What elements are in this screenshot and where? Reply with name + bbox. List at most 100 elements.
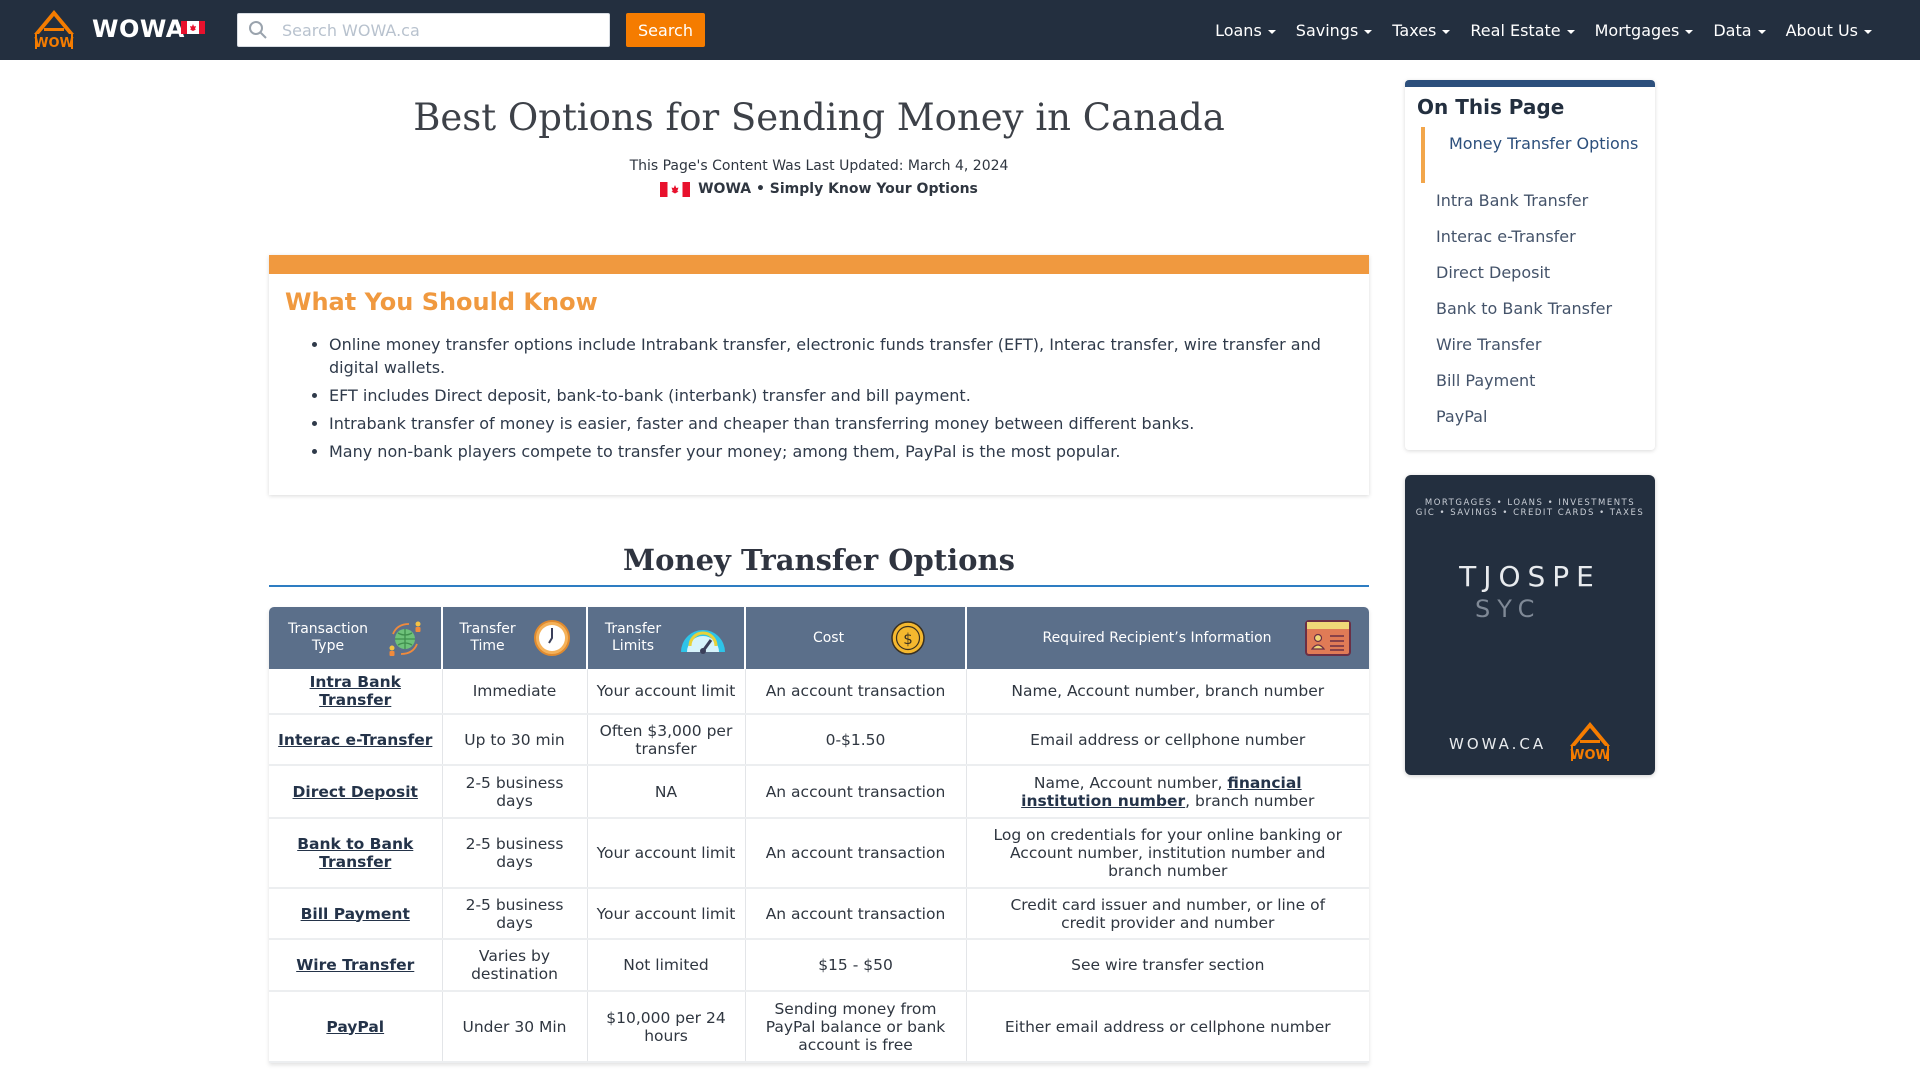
menu-loans[interactable]: Loans	[1205, 21, 1286, 40]
toc-item-intra-bank-transfer[interactable]: Intra Bank Transfer	[1436, 191, 1588, 210]
transaction-type-link[interactable]: Direct Deposit	[293, 783, 418, 801]
table-row: Bank to Bank Transfer 2-5 business days …	[269, 818, 1369, 889]
toc-item-interac-e-transfer[interactable]: Interac e-Transfer	[1436, 227, 1576, 246]
header-label: Transaction Type	[287, 621, 369, 654]
caret-down-icon	[1442, 29, 1451, 34]
canada-flag-icon	[660, 181, 691, 197]
transaction-type-link[interactable]: Bill Payment	[301, 905, 410, 923]
menu-data[interactable]: Data	[1703, 21, 1775, 40]
toc-item-paypal[interactable]: PayPal	[1436, 407, 1487, 426]
toc-item-direct-deposit[interactable]: Direct Deposit	[1436, 263, 1550, 282]
cost-cell: An account transaction	[745, 818, 967, 889]
menu-taxes[interactable]: Taxes	[1382, 21, 1460, 40]
page-title: Best Options for Sending Money in Canada	[413, 96, 1225, 139]
ad-categories-line: MORTGAGES • LOANS • INVESTMENTS	[1424, 498, 1636, 508]
main-menu: Loans Savings Taxes Real Estate Mortgage…	[1205, 0, 1882, 60]
transfer-time-cell: Up to 30 min	[442, 714, 588, 766]
transfer-limit-cell: $10,000 per 24 hours	[587, 991, 746, 1063]
wowa-logo-icon: WOW	[1570, 722, 1610, 762]
wowa-ad-banner[interactable]: MORTGAGES • LOANS • INVESTMENTS GIC • SA…	[1405, 475, 1655, 775]
header-cost: Cost $	[745, 607, 967, 669]
transaction-type-link[interactable]: Intra Bank Transfer	[310, 673, 401, 709]
toc-item-bill-payment[interactable]: Bill Payment	[1436, 371, 1535, 390]
key-points-box: What You Should Know Online money transf…	[269, 255, 1369, 495]
transfer-time-cell: 2-5 business days	[442, 818, 588, 889]
cost-cell: $15 - $50	[745, 939, 967, 992]
recipient-info-cell: Either email address or cellphone number	[966, 991, 1369, 1063]
transfer-limit-cell: Not limited	[587, 939, 746, 992]
top-navbar: WOW WOWA Search Loans Savings Taxes Real…	[0, 0, 1920, 60]
toc-item-wire-transfer[interactable]: Wire Transfer	[1436, 335, 1541, 354]
cost-cell: An account transaction	[745, 888, 967, 940]
on-this-page-nav: On This Page Money Transfer Options Intr…	[1405, 80, 1655, 450]
wowa-logo-icon[interactable]: WOW	[30, 8, 78, 50]
menu-label: Taxes	[1392, 20, 1437, 40]
transfer-limit-cell: Your account limit	[587, 669, 746, 715]
recipient-info-text: , branch number	[1185, 791, 1315, 810]
header-label: Transfer Time	[459, 621, 516, 654]
key-point: EFT includes Direct deposit, bank-to-ban…	[329, 384, 1339, 407]
table-row: Bill Payment 2-5 business days Your acco…	[269, 888, 1369, 940]
toc-item-bank-to-bank-transfer[interactable]: Bank to Bank Transfer	[1436, 299, 1612, 318]
search-icon	[249, 21, 267, 39]
recipient-info-cell: Credit card issuer and number, or line o…	[966, 888, 1369, 940]
section-title: Money Transfer Options	[623, 543, 1015, 577]
key-point: Online money transfer options include In…	[329, 333, 1339, 379]
caret-down-icon	[1566, 29, 1575, 34]
caret-down-icon	[1757, 29, 1766, 34]
money-transfer-table: Transaction Type Transfer Time Transfer …	[269, 607, 1369, 1063]
menu-savings[interactable]: Savings	[1286, 21, 1383, 40]
last-updated: This Page's Content Was Last Updated: Ma…	[629, 158, 1009, 174]
menu-label: Savings	[1295, 20, 1359, 40]
search-button[interactable]: Search	[626, 13, 705, 47]
table-row: Direct Deposit 2-5 business days NA An a…	[269, 765, 1369, 819]
recipient-info-cell: Log on credentials for your online banki…	[966, 818, 1369, 889]
menu-label: Loans	[1215, 20, 1262, 40]
transfer-time-cell: 2-5 business days	[442, 765, 588, 819]
toc-item-money-transfer-options[interactable]: Money Transfer Options	[1449, 133, 1639, 154]
menu-about-us[interactable]: About Us	[1776, 21, 1882, 40]
brand-name[interactable]: WOWA	[92, 15, 185, 43]
section-divider	[269, 585, 1369, 587]
menu-real-estate[interactable]: Real Estate	[1460, 21, 1584, 40]
key-points-title: What You Should Know	[285, 288, 598, 316]
menu-label: Data	[1713, 20, 1752, 40]
search-box	[237, 13, 610, 47]
table-row: Intra Bank Transfer Immediate Your accou…	[269, 669, 1369, 715]
transfer-limit-cell: Often $3,000 per transfer	[587, 714, 746, 766]
table-row: Wire Transfer Varies by destination Not …	[269, 939, 1369, 992]
menu-label: Mortgages	[1594, 20, 1680, 40]
toc-title: On This Page	[1417, 95, 1565, 119]
search-input[interactable]	[282, 14, 602, 46]
transfer-limit-cell: Your account limit	[587, 818, 746, 889]
transaction-type-link[interactable]: Wire Transfer	[296, 956, 414, 974]
transaction-type-link[interactable]: Bank to Bank Transfer	[297, 835, 413, 871]
toc-top-bar	[1405, 80, 1655, 87]
transaction-type-link[interactable]: Interac e-Transfer	[278, 731, 432, 749]
transaction-type-link[interactable]: PayPal	[326, 1018, 384, 1036]
dollar-coin-icon: $	[890, 621, 925, 655]
key-point: Many non-bank players compete to transfe…	[329, 440, 1339, 463]
header-recipient-info: Required Recipient’s Information	[966, 607, 1369, 669]
svg-text:WOW: WOW	[1570, 748, 1610, 762]
globe-transfer-icon	[389, 621, 421, 656]
ad-animated-text-2: SYC	[1475, 595, 1542, 623]
header-transfer-time: Transfer Time	[442, 607, 588, 669]
header-transaction-type: Transaction Type	[269, 607, 443, 669]
tagline: WOWA • Simply Know Your Options	[269, 181, 1369, 197]
table-header-row: Transaction Type Transfer Time Transfer …	[269, 607, 1369, 669]
caret-down-icon	[1267, 29, 1276, 34]
transfer-time-cell: Under 30 Min	[442, 991, 588, 1063]
key-points-top-bar	[269, 255, 1369, 274]
recipient-info-text: Name, Account number,	[1033, 773, 1228, 792]
transfer-limit-cell: Your account limit	[587, 888, 746, 940]
ad-categories-line: GIC • SAVINGS • CREDIT CARDS • TAXES	[1415, 508, 1645, 518]
tagline-text: WOWA • Simply Know Your Options	[698, 181, 978, 197]
ad-categories: MORTGAGES • LOANS • INVESTMENTS GIC • SA…	[1405, 498, 1655, 518]
recipient-info-cell: Name, Account number, branch number	[966, 669, 1369, 715]
recipient-info-cell: Email address or cellphone number	[966, 714, 1369, 766]
menu-mortgages[interactable]: Mortgages	[1585, 21, 1704, 40]
transfer-time-cell: Varies by destination	[442, 939, 588, 992]
clock-icon	[533, 620, 570, 656]
transfer-time-cell: Immediate	[442, 669, 588, 715]
